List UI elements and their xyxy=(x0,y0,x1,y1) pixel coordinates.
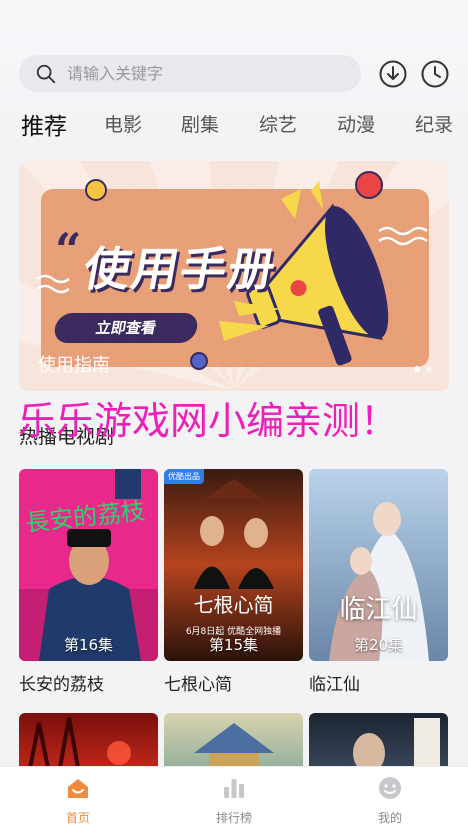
banner-headline: 使用手册 xyxy=(79,242,282,296)
bottom-navigation: 首页 排行榜 我的 xyxy=(0,766,468,832)
show-poster[interactable]: 長安的荔枝 第16集 xyxy=(19,469,158,661)
show-title: 临江仙 xyxy=(309,675,360,695)
poster-image xyxy=(353,718,440,773)
episode-count: 第16集 xyxy=(63,636,114,654)
nav-ranking[interactable]: 排行榜 xyxy=(184,775,284,826)
episode-count: 第15集 xyxy=(208,636,259,654)
banner-view-button[interactable]: 立即查看 xyxy=(52,313,200,343)
nav-home[interactable]: 首页 xyxy=(28,775,128,826)
episode-count: 第20集 xyxy=(353,636,404,654)
banner-quote-mark: “ xyxy=(55,223,82,277)
show-title: 七根心简 xyxy=(164,675,232,695)
poster-title-art: 七根心简 xyxy=(193,593,274,617)
show-poster[interactable] xyxy=(19,713,158,773)
history-button[interactable] xyxy=(420,59,450,89)
nav-label-home: 首页 xyxy=(65,811,90,825)
category-tabs: 推荐 电影 剧集 综艺 动漫 纪录 xyxy=(0,110,468,146)
home-icon xyxy=(68,779,88,798)
nav-label-profile: 我的 xyxy=(377,811,402,825)
search-icon xyxy=(36,64,56,83)
tab-anime[interactable]: 动漫 xyxy=(337,110,375,137)
show-title: 长安的荔枝 xyxy=(19,675,104,695)
show-poster[interactable] xyxy=(164,713,303,773)
download-icon xyxy=(379,60,407,88)
poster-image xyxy=(309,469,448,661)
clock-icon xyxy=(421,60,449,88)
pagination-dot xyxy=(426,366,432,372)
show-card[interactable]: 長安的荔枝 第16集 长安的荔枝 xyxy=(19,469,158,695)
banner-caption: 使用指南 xyxy=(38,355,110,376)
show-card[interactable]: 优酷出品 七根心简 6月8日起 优酷全网独播 第15集 七根心简 xyxy=(164,469,303,695)
banner-pagination xyxy=(414,366,432,372)
show-poster[interactable] xyxy=(309,713,448,773)
tab-recommend[interactable]: 推荐 xyxy=(21,110,67,141)
tab-documentary[interactable]: 纪录 xyxy=(415,110,453,137)
watermark-overlay: 乐乐游戏网小编亲测！ xyxy=(18,399,399,443)
ranking-icon xyxy=(224,779,244,798)
show-poster[interactable]: 临江仙 第20集 xyxy=(309,469,448,661)
search-input[interactable] xyxy=(67,64,327,83)
top-bar xyxy=(0,0,468,110)
show-card[interactable]: 临江仙 第20集 临江仙 xyxy=(309,469,448,695)
poster-image xyxy=(27,717,131,773)
tab-movies[interactable]: 电影 xyxy=(104,110,142,137)
poster-title-art: 临江仙 xyxy=(339,595,418,625)
nav-profile[interactable]: 我的 xyxy=(340,775,440,826)
pagination-dot-active xyxy=(414,366,420,372)
promo-banner[interactable]: “ 使用手册 立即查看 使用指南 xyxy=(19,161,449,391)
poster-image xyxy=(194,723,274,773)
show-poster[interactable]: 优酷出品 七根心简 6月8日起 优酷全网独播 第15集 xyxy=(164,469,303,661)
tab-series[interactable]: 剧集 xyxy=(181,110,219,137)
search-bar[interactable] xyxy=(19,55,361,92)
nav-label-ranking: 排行榜 xyxy=(215,811,252,825)
profile-icon xyxy=(379,777,401,799)
download-button[interactable] xyxy=(378,59,408,89)
original-badge: 优酷出品 xyxy=(164,469,204,484)
tab-variety[interactable]: 综艺 xyxy=(259,110,297,137)
